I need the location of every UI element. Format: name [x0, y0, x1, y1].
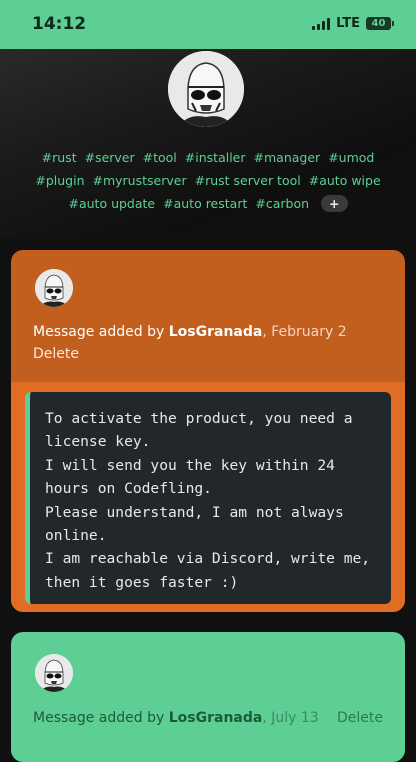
status-bar: 14:12 LTE 40 [0, 0, 416, 49]
tag[interactable]: #umod [328, 149, 374, 166]
stormtrooper-avatar-icon [35, 654, 73, 692]
message-author-avatar[interactable] [35, 269, 73, 307]
message-author-avatar[interactable] [35, 654, 73, 692]
status-indicators: LTE 40 [312, 16, 394, 31]
message-card: Message added by LosGranada, February 2 … [11, 250, 405, 612]
message-author[interactable]: LosGranada [169, 324, 263, 340]
status-time: 14:12 [32, 14, 87, 34]
message-line: hours on Codefling. [45, 480, 212, 498]
tag[interactable]: #tool [143, 149, 177, 166]
message-line: To activate the product, you need a [45, 410, 353, 427]
delete-button[interactable]: Delete [337, 710, 383, 726]
message-card: Message added by LosGranada, July 13 Del… [11, 632, 405, 762]
message-line: Please understand, I am not always [45, 503, 344, 521]
profile-header: #rust #server #tool #installer #manager … [0, 49, 416, 239]
message-line: license key. [45, 433, 151, 451]
message-line: then it goes faster :) [45, 573, 239, 591]
tag[interactable]: #installer [185, 149, 246, 166]
stormtrooper-avatar-icon [35, 269, 73, 307]
battery-icon: 40 [366, 17, 394, 30]
network-type: LTE [336, 16, 360, 31]
message-line: online. [45, 527, 107, 545]
tag[interactable]: #auto restart [163, 195, 247, 212]
stormtrooper-avatar-icon [168, 51, 244, 127]
tag[interactable]: #rust server tool [195, 172, 301, 189]
message-prefix: Message added by [33, 324, 169, 340]
tag[interactable]: #auto update [68, 195, 155, 212]
tag[interactable]: #rust [42, 149, 77, 166]
message-meta: Message added by LosGranada, February 2 [33, 324, 347, 340]
author-avatar[interactable] [168, 51, 244, 127]
tag-list: #rust #server #tool #installer #manager … [20, 149, 396, 212]
tag[interactable]: #server [85, 149, 135, 166]
delete-button[interactable]: Delete [33, 346, 79, 362]
message-meta: Message added by LosGranada, July 13 [33, 710, 319, 726]
more-tags-button[interactable]: + [321, 195, 348, 212]
tag[interactable]: #plugin [35, 172, 84, 189]
message-author[interactable]: LosGranada [169, 710, 263, 726]
message-prefix: Message added by [33, 710, 169, 726]
tag[interactable]: #carbon [255, 195, 309, 212]
battery-level: 40 [366, 17, 391, 30]
tag[interactable]: #auto wipe [309, 172, 381, 189]
message-line: I will send you the key within 24 [45, 456, 335, 474]
tag[interactable]: #myrustserver [93, 172, 187, 189]
tag[interactable]: #manager [254, 149, 321, 166]
message-date: , July 13 [262, 710, 319, 726]
message-body: To activate the product, you need a licen… [25, 392, 391, 604]
message-date: , February 2 [262, 324, 347, 340]
message-line: I am reachable via Discord, write me, [45, 550, 371, 568]
signal-icon [312, 17, 331, 30]
